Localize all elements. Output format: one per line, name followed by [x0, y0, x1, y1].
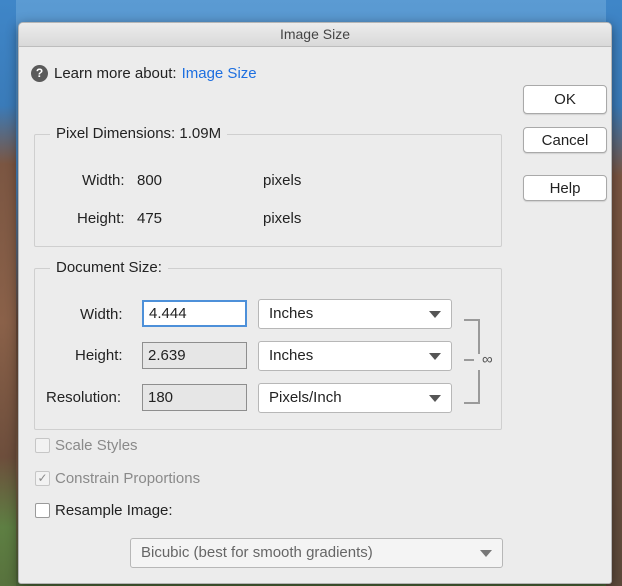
doc-height-label: Height:: [75, 347, 123, 364]
ok-button[interactable]: OK: [523, 85, 607, 114]
constrain-bracket-mid: [464, 359, 474, 361]
constrain-proportions-label: Constrain Proportions: [55, 470, 201, 487]
pixel-height-label: Height:: [77, 210, 125, 227]
doc-resolution-unit-select[interactable]: Pixels/Inch: [258, 383, 452, 413]
chain-link-icon: ∞: [482, 351, 493, 368]
chevron-down-icon: [429, 353, 441, 360]
scale-styles-label: Scale Styles: [55, 437, 138, 454]
pixel-height-unit: pixels: [263, 210, 302, 227]
dialog-title: Image Size: [19, 23, 611, 47]
chevron-down-icon: [429, 395, 441, 402]
learn-more-label: Learn more about:: [54, 65, 177, 82]
doc-width-unit-select[interactable]: Inches: [258, 299, 452, 329]
scale-styles-checkbox[interactable]: [35, 438, 50, 453]
doc-height-unit-value: Inches: [269, 347, 314, 364]
learn-more-link[interactable]: Image Size: [182, 65, 257, 82]
pixel-height-value: 475: [137, 210, 163, 227]
doc-height-unit-select[interactable]: Inches: [258, 341, 452, 371]
doc-height-field[interactable]: [142, 342, 247, 369]
help-button[interactable]: Help: [523, 175, 607, 201]
constrain-bracket-bottom: [464, 370, 480, 404]
cancel-button[interactable]: Cancel: [523, 127, 607, 153]
doc-resolution-field[interactable]: [142, 384, 247, 411]
doc-resolution-unit-value: Pixels/Inch: [269, 389, 342, 406]
pixel-dimensions-group: Pixel Dimensions: 1.09M: [34, 125, 502, 247]
image-size-dialog: Image Size ? Learn more about: Image Siz…: [18, 22, 612, 584]
constrain-proportions-checkbox[interactable]: ✓: [35, 471, 50, 486]
document-size-title: Document Size:: [50, 259, 168, 276]
pixel-width-value: 800: [137, 172, 163, 189]
pixel-width-unit: pixels: [263, 172, 302, 189]
chevron-down-icon: [480, 550, 492, 557]
resample-method-value: Bicubic (best for smooth gradients): [141, 544, 373, 561]
doc-width-label: Width:: [80, 306, 123, 323]
doc-width-field[interactable]: [142, 300, 247, 327]
doc-resolution-label: Resolution:: [46, 389, 122, 406]
desktop-background-left: [0, 0, 16, 586]
scale-styles-row[interactable]: Scale Styles: [35, 437, 138, 454]
pixel-width-label: Width:: [82, 172, 125, 189]
pixel-dimensions-title: Pixel Dimensions: 1.09M: [50, 125, 228, 142]
doc-width-unit-value: Inches: [269, 305, 314, 322]
resample-image-row[interactable]: Resample Image:: [35, 502, 173, 519]
resample-image-label: Resample Image:: [55, 502, 173, 519]
question-circle-icon: ?: [31, 65, 48, 82]
resample-method-select[interactable]: Bicubic (best for smooth gradients): [130, 538, 503, 568]
constrain-bracket-top: [464, 319, 480, 354]
resample-image-checkbox[interactable]: [35, 503, 50, 518]
learn-more-row: ? Learn more about: Image Size: [31, 65, 257, 82]
constrain-proportions-row[interactable]: ✓ Constrain Proportions: [35, 470, 200, 487]
chevron-down-icon: [429, 311, 441, 318]
